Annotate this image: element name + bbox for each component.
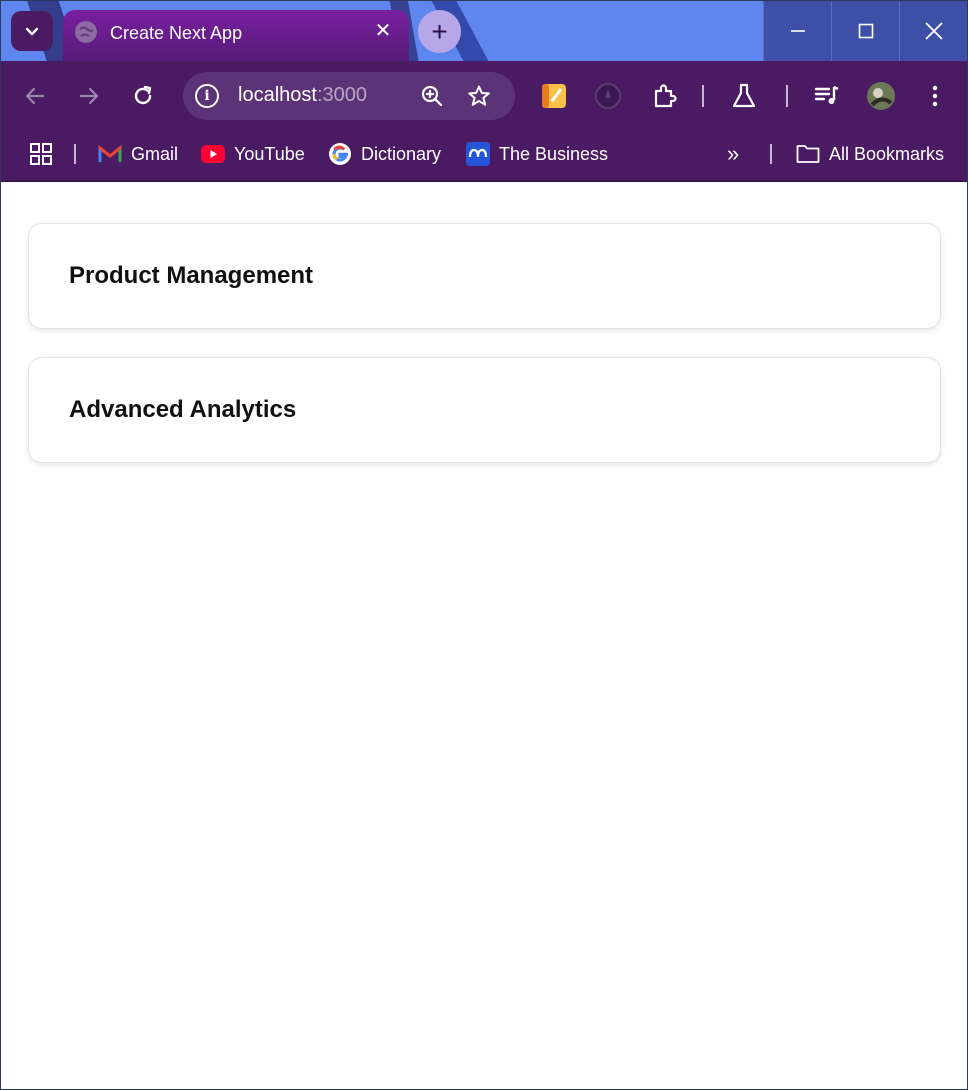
folder-icon [796, 142, 820, 166]
page-content: Product Management Advanced Analytics [1, 183, 967, 1089]
more-vert-icon [932, 85, 938, 107]
bookmark-star-button[interactable] [466, 83, 492, 109]
extension-button[interactable] [595, 83, 621, 109]
forward-button[interactable] [76, 83, 102, 109]
close-icon [924, 22, 943, 40]
notes-icon [542, 84, 566, 108]
new-tab-button[interactable]: + [418, 10, 461, 53]
minimize-icon [790, 30, 805, 32]
tab-title: Create Next App [110, 23, 243, 43]
tab-create-next-app[interactable]: Create Next App ✕ [63, 10, 409, 61]
star-icon [468, 85, 490, 106]
tab-close-icon[interactable]: ✕ [371, 20, 395, 44]
apps-button[interactable] [29, 141, 53, 167]
google-icon [328, 142, 352, 166]
reload-icon [134, 85, 152, 105]
zoom-button[interactable] [419, 83, 445, 109]
back-arrow-icon [25, 87, 45, 105]
bookmark-gmail[interactable]: Gmail [98, 141, 178, 167]
extensions-button[interactable] [651, 83, 677, 109]
flask-icon [732, 83, 756, 108]
all-bookmarks-button[interactable]: All Bookmarks [796, 141, 944, 167]
forward-arrow-icon [79, 87, 99, 105]
bookmark-youtube[interactable]: YouTube [201, 141, 305, 167]
bookmarks-overflow-button[interactable]: » [727, 141, 739, 167]
bookmark-the-business[interactable]: The Business [466, 141, 608, 167]
globe-icon [75, 21, 97, 43]
maximize-icon [858, 23, 873, 39]
chevron-down-icon [25, 27, 39, 36]
browser-toolbar: i localhost:3000 [1, 61, 967, 129]
youtube-icon [201, 142, 225, 166]
tab-search-button[interactable] [11, 11, 53, 51]
browser-window: Create Next App ✕ + i localhost:3000 Gma… [0, 0, 968, 1090]
bookmarks-bar: Gmail YouTube Dictionary The Business » [1, 129, 967, 182]
maximize-button[interactable] [831, 1, 899, 61]
site-info-icon[interactable]: i [195, 84, 219, 108]
back-button[interactable] [22, 83, 48, 109]
title-bar: Create Next App ✕ + [1, 1, 967, 61]
card-product-management[interactable]: Product Management [28, 223, 941, 329]
url-text: localhost:3000 [238, 84, 367, 106]
notes-extension-button[interactable] [541, 83, 567, 109]
profile-avatar[interactable] [866, 81, 896, 111]
labs-button[interactable] [731, 83, 757, 109]
puzzle-icon [654, 84, 677, 108]
card-title: Advanced Analytics [69, 396, 297, 423]
zoom-in-icon [421, 85, 443, 107]
extension-circle-icon [595, 83, 621, 109]
reload-button[interactable] [130, 83, 156, 109]
minimize-button[interactable] [763, 1, 831, 61]
gmail-icon [98, 142, 122, 166]
avatar-icon [867, 82, 895, 110]
card-title: Product Management [69, 262, 314, 289]
card-advanced-analytics[interactable]: Advanced Analytics [28, 357, 941, 463]
bookmark-dictionary[interactable]: Dictionary [328, 141, 441, 167]
abc-icon [466, 142, 490, 166]
address-bar[interactable]: i localhost:3000 [183, 72, 515, 120]
close-window-button[interactable] [899, 1, 967, 61]
window-controls [763, 1, 967, 61]
menu-button[interactable] [922, 83, 948, 109]
apps-grid-icon [30, 143, 52, 165]
playlist-music-icon [814, 85, 839, 104]
media-controls-button[interactable] [814, 83, 840, 109]
